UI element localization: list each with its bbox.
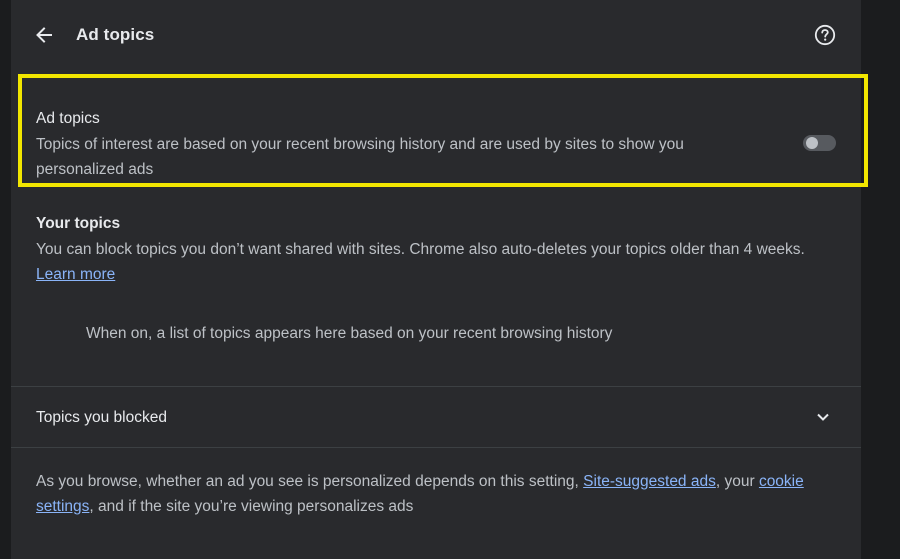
help-circle-icon xyxy=(814,24,836,46)
toggle-knob xyxy=(806,137,818,149)
footer-text-part: , your xyxy=(715,473,755,490)
help-button[interactable] xyxy=(812,22,838,48)
page-title: Ad topics xyxy=(76,25,155,44)
learn-more-link[interactable]: Learn more xyxy=(36,266,115,283)
ad-topics-setting-title: Ad topics xyxy=(36,110,100,127)
site-suggested-ads-link[interactable]: Site-suggested ads xyxy=(583,473,716,490)
your-topics-title: Your topics xyxy=(36,215,121,232)
ad-topics-toggle[interactable] xyxy=(803,134,836,152)
chevron-down-icon[interactable] xyxy=(814,408,832,426)
back-button[interactable] xyxy=(33,17,55,53)
footer-text-part: , and if the site you’re viewing persona… xyxy=(89,498,414,515)
arrow-back-icon xyxy=(36,27,52,43)
topics-empty-state: When on, a list of topics appears here b… xyxy=(86,325,613,342)
your-topics-description-text: You can block topics you don’t want shar… xyxy=(36,241,805,258)
topics-you-blocked-label: Topics you blocked xyxy=(36,409,167,426)
footer-text-part: As you browse, whether an ad you see is … xyxy=(36,473,579,490)
divider xyxy=(11,447,861,448)
settings-card: Ad topics Ad topics Topics of interest a… xyxy=(11,0,868,559)
topics-you-blocked-row[interactable]: Topics you blocked xyxy=(11,387,861,447)
page: Ad topics Ad topics Topics of interest a… xyxy=(0,0,900,559)
footer-description: As you browse, whether an ad you see is … xyxy=(36,469,846,519)
window-edge-left xyxy=(0,0,11,559)
ad-topics-setting-description: Topics of interest are based on your rec… xyxy=(36,136,684,178)
your-topics-description: You can block topics you don’t want shar… xyxy=(36,237,816,287)
